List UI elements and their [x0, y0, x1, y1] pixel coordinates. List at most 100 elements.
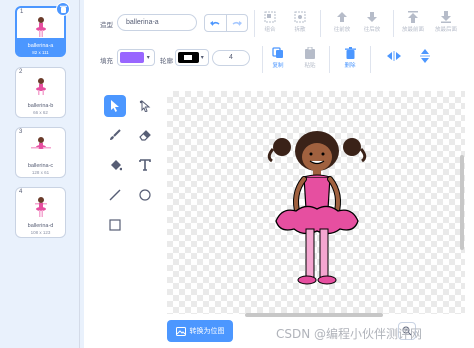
ungroup-button[interactable]: 拆散	[285, 11, 315, 33]
arrow-down-icon	[367, 12, 377, 22]
back-label: 放最后面	[434, 27, 457, 33]
brush-tool[interactable]	[104, 124, 126, 146]
brush-icon	[110, 129, 121, 140]
convert-to-bitmap-button[interactable]: 转换为位图	[167, 320, 233, 342]
undo-redo-group	[204, 14, 248, 32]
ballerina-thumbnail	[35, 17, 46, 37]
ballerina-thumbnail	[35, 78, 46, 95]
costume-tile-2[interactable]: 2 ballerina-b 66 x 62	[15, 67, 66, 118]
fill-tool[interactable]	[104, 154, 126, 176]
costume-name-label: 造型	[100, 22, 113, 29]
trash-icon	[59, 5, 67, 13]
costume-tile-3[interactable]: 3 ballerina-c 128 x 61	[15, 127, 66, 178]
flip-vertical-button[interactable]	[410, 49, 440, 65]
costume-number: 2	[19, 69, 23, 75]
ballerina-thumbnail	[30, 137, 51, 149]
flip-horizontal-button[interactable]	[379, 51, 409, 63]
outline-width-input[interactable]: 4	[212, 50, 250, 66]
redo-icon	[232, 20, 242, 26]
chevron-down-icon: ▾	[146, 55, 150, 61]
forward-label: 往前放	[333, 27, 351, 33]
reshape-icon	[139, 100, 151, 112]
outline-label: 轮廓	[160, 58, 173, 65]
front-button[interactable]: 放最前面	[398, 11, 428, 33]
costume-name: ballerina-c	[27, 163, 54, 169]
canvas-vertical-scrollbar[interactable]	[460, 155, 464, 250]
costume-tile-1[interactable]: 1 ballerina-a 82 x 111	[15, 2, 70, 57]
group-label: 组合	[264, 27, 276, 33]
back-button[interactable]: 放最后面	[431, 11, 461, 33]
text-icon	[139, 159, 151, 171]
paste-icon	[305, 47, 315, 59]
line-icon	[109, 189, 121, 201]
eraser-icon	[139, 130, 151, 141]
group-icon	[264, 11, 276, 23]
send-back-icon	[441, 11, 451, 23]
ballerina-thumbnail	[34, 197, 47, 217]
drawing-canvas[interactable]	[167, 91, 465, 314]
backward-button[interactable]: 往后放	[357, 11, 387, 33]
costume-size: 108 x 123	[30, 230, 51, 235]
backward-label: 往后放	[363, 27, 381, 33]
canvas-horizontal-scrollbar[interactable]	[245, 313, 383, 317]
costume-size: 66 x 62	[33, 110, 48, 115]
reshape-tool[interactable]	[134, 95, 156, 117]
ballerina-sprite[interactable]	[262, 129, 372, 289]
costume-name: ballerina-d	[27, 223, 54, 229]
outline-color-swatch	[178, 52, 199, 63]
delete-costume-button[interactable]	[56, 2, 70, 16]
paste-label: 粘贴	[304, 63, 316, 69]
rectangle-icon	[109, 219, 121, 231]
costume-name: ballerina-a	[27, 43, 54, 49]
costume-number: 3	[19, 129, 23, 135]
redo-button[interactable]	[225, 15, 248, 31]
costume-name-input[interactable]: ballerina-a	[117, 14, 197, 31]
arrow-up-icon	[337, 12, 347, 22]
toolbar-divider	[320, 10, 321, 37]
copy-label: 复制	[272, 63, 284, 69]
toolbar-divider	[370, 46, 371, 73]
toolbar-divider	[393, 10, 394, 37]
undo-icon	[210, 20, 220, 26]
bring-front-icon	[408, 11, 418, 23]
costume-size: 82 x 111	[32, 50, 49, 55]
undo-button[interactable]	[205, 15, 226, 31]
ungroup-label: 拆散	[294, 27, 306, 33]
trash-icon	[344, 47, 356, 59]
forward-button[interactable]: 往前放	[327, 11, 357, 33]
circle-tool[interactable]	[134, 184, 156, 206]
watermark: CSDN @编程小伙伴测评网	[276, 327, 423, 341]
flip-vertical-icon	[420, 49, 430, 63]
eraser-tool[interactable]	[134, 124, 156, 146]
delete-button[interactable]: 删除	[335, 47, 365, 69]
fill-color-swatch	[120, 52, 145, 63]
select-tool[interactable]	[104, 95, 126, 117]
cursor-icon	[111, 100, 119, 112]
paint-bucket-icon	[110, 160, 122, 171]
circle-icon	[139, 189, 151, 201]
costume-name: ballerina-b	[27, 103, 54, 109]
line-tool[interactable]	[104, 184, 126, 206]
convert-label: 转换为位图	[189, 328, 225, 335]
fill-color-picker[interactable]: ▾	[117, 49, 155, 66]
bitmap-icon	[175, 326, 186, 336]
outline-color-picker[interactable]: ▾	[175, 49, 209, 66]
costume-number: 1	[20, 9, 24, 15]
toolbar-divider	[329, 46, 330, 73]
delete-label: 删除	[344, 63, 356, 69]
paste-button[interactable]: 粘贴	[295, 47, 325, 69]
copy-button[interactable]: 复制	[263, 47, 293, 69]
flip-horizontal-icon	[387, 51, 401, 61]
fill-label: 填充	[100, 58, 113, 65]
copy-icon	[272, 47, 283, 58]
costume-number: 4	[19, 189, 23, 195]
ungroup-icon	[294, 11, 306, 23]
costume-size: 128 x 61	[31, 170, 50, 175]
costume-tile-4[interactable]: 4 ballerina-d 108 x 123	[15, 187, 66, 238]
rectangle-tool[interactable]	[104, 214, 126, 236]
group-button[interactable]: 组合	[255, 11, 285, 33]
chevron-down-icon: ▾	[200, 55, 204, 61]
costume-list: 1 ballerina-a 82 x 111 2 ballerina-b 66 …	[0, 0, 80, 348]
front-label: 放最前面	[401, 27, 424, 33]
text-tool[interactable]	[134, 154, 156, 176]
